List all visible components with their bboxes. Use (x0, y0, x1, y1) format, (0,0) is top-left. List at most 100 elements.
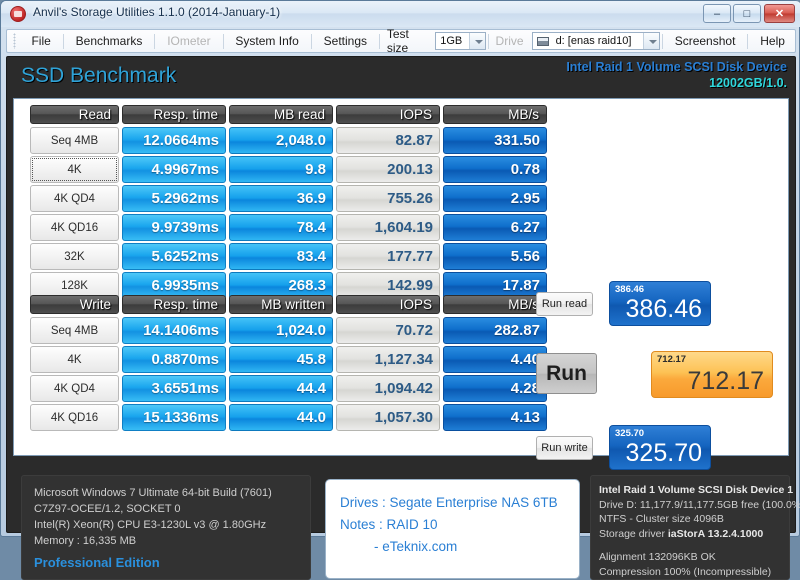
menu-separator (310, 33, 312, 49)
drive-info-alignment: Alignment 132096KB OK (599, 551, 716, 563)
menu-item-settings[interactable]: Settings (315, 32, 376, 50)
read-iops: 755.26 (336, 185, 440, 212)
table-row[interactable]: 4K QD4 3.6551ms 44.4 1,094.42 4.28 (30, 375, 547, 402)
table-row[interactable]: 32K 5.6252ms 83.4 177.77 5.56 (30, 243, 547, 270)
table-row[interactable]: 4K 0.8870ms 45.8 1,127.34 4.40 (30, 346, 547, 373)
table-row[interactable]: Seq 4MB 12.0664ms 2,048.0 82.87 331.50 (30, 127, 547, 154)
table-row[interactable]: Seq 4MB 14.1406ms 1,024.0 70.72 282.87 (30, 317, 547, 344)
read-iops: 1,604.19 (336, 214, 440, 241)
system-board: C7Z97-OCEE/1.2, SOCKET 0 (34, 503, 181, 515)
read-mb: 83.4 (229, 243, 333, 270)
write-mb: 44.4 (229, 375, 333, 402)
drive-info-driver-label: Storage driver (599, 527, 665, 540)
application-panel: SSD Benchmark Intel Raid 1 Volume SCSI D… (6, 56, 800, 580)
maximize-button[interactable]: □ (733, 4, 761, 23)
minimize-icon: – (713, 8, 721, 20)
write-score-value: 325.70 (625, 439, 702, 467)
table-row[interactable]: 4K 4.9967ms 9.8 200.13 0.78 (30, 156, 547, 183)
menu-item-screenshot[interactable]: Screenshot (666, 32, 745, 50)
close-button[interactable]: ✕ (764, 4, 795, 23)
menu-separator (62, 33, 64, 49)
menu-item-file[interactable]: File (22, 32, 59, 50)
run-read-button[interactable]: Run read (536, 292, 593, 316)
menu-bar: File Benchmarks IOmeter System Info Sett… (6, 27, 796, 55)
menu-item-help[interactable]: Help (751, 32, 794, 50)
read-header-iops: IOPS (336, 105, 440, 124)
menu-separator (222, 33, 224, 49)
write-table-header-row: Write Resp. time MB written IOPS MB/s (30, 295, 547, 314)
write-iops: 1,057.30 (336, 404, 440, 431)
read-header-mb-read: MB read (229, 105, 333, 124)
read-row-label[interactable]: 4K QD4 (30, 185, 119, 212)
results-area: Read Resp. time MB read IOPS MB/s Seq 4M… (13, 98, 789, 470)
device-capacity: 12002GB/1.0. (709, 76, 787, 90)
system-edition: Professional Edition (34, 555, 160, 570)
drive-select[interactable]: d: [enas raid10] (531, 32, 660, 50)
notes-drives: Drives : Segate Enterprise NAS 6TB (340, 495, 558, 510)
drive-info-spacer (599, 541, 781, 550)
read-row-label[interactable]: 4K QD16 (30, 214, 119, 241)
read-mbs: 6.27 (443, 214, 547, 241)
chevron-down-icon[interactable] (468, 33, 485, 49)
test-size-select[interactable]: 1GB (435, 32, 486, 50)
read-table-header-row: Read Resp. time MB read IOPS MB/s (30, 105, 547, 124)
write-row-label[interactable]: Seq 4MB (30, 317, 119, 344)
run-write-button[interactable]: Run write (536, 436, 593, 460)
write-row-label[interactable]: 4K (30, 346, 119, 373)
system-info-panel: Microsoft Windows 7 Ultimate 64-bit Buil… (21, 475, 311, 580)
test-size-value: 1GB (440, 35, 463, 47)
read-resp-time: 5.6252ms (122, 243, 226, 270)
write-row-label[interactable]: 4K QD16 (30, 404, 119, 431)
run-button[interactable]: Run (536, 353, 597, 394)
title-bar: Anvil's Storage Utilities 1.1.0 (2014-Ja… (1, 1, 800, 27)
write-score-small: 325.70 (615, 428, 645, 439)
drive-info-compression: Compression 100% (Incompressible) (599, 565, 772, 578)
read-score-small: 386.46 (615, 284, 645, 295)
read-mbs: 2.95 (443, 185, 547, 212)
read-row-label[interactable]: 32K (30, 243, 119, 270)
drive-info-driver: Storage driver iaStorA 13.2.4.1000 (599, 527, 781, 542)
test-size-label: Test size (386, 27, 409, 55)
maximize-icon: □ (743, 8, 751, 20)
system-cpu: Intel(R) Xeon(R) CPU E3-1230L v3 @ 1.80G… (34, 519, 267, 531)
write-resp-time: 0.8870ms (122, 346, 226, 373)
menu-item-system-info[interactable]: System Info (226, 32, 307, 50)
read-resp-time: 12.0664ms (122, 127, 226, 154)
drive-info-capacity: Drive D: 11,177.9/11,177.5GB free (100.0… (599, 498, 800, 511)
app-icon (10, 6, 26, 22)
close-icon: ✕ (774, 8, 785, 20)
menu-separator (747, 33, 749, 49)
chevron-down-icon[interactable] (642, 33, 659, 49)
minimize-button[interactable]: – (703, 4, 731, 23)
read-iops: 177.77 (336, 243, 440, 270)
write-mbs: 282.87 (443, 317, 547, 344)
drive-value: d: [enas raid10] (555, 35, 632, 47)
read-header-resp-time: Resp. time (122, 105, 226, 124)
read-row-label[interactable]: Seq 4MB (30, 127, 119, 154)
notes-panel[interactable]: Drives : Segate Enterprise NAS 6TB Notes… (325, 479, 580, 579)
write-results-table: Write Resp. time MB written IOPS MB/s Se… (30, 295, 547, 433)
drive-info-filesystem: NTFS - Cluster size 4096B (599, 513, 724, 525)
read-mbs: 0.78 (443, 156, 547, 183)
table-row[interactable]: 4K QD16 15.1336ms 44.0 1,057.30 4.13 (30, 404, 547, 431)
read-row-label[interactable]: 4K (30, 156, 119, 183)
drive-info-driver-value: iaStorA 13.2.4.1000 (667, 527, 764, 540)
read-mb: 9.8 (229, 156, 333, 183)
table-row[interactable]: 4K QD16 9.9739ms 78.4 1,604.19 6.27 (30, 214, 547, 241)
menu-item-benchmarks[interactable]: Benchmarks (67, 32, 152, 50)
write-score-badge: 325.70 325.70 (609, 425, 711, 470)
write-mb: 45.8 (229, 346, 333, 373)
write-resp-time: 3.6551ms (122, 375, 226, 402)
read-score-value: 386.46 (625, 295, 702, 323)
table-row[interactable]: 4K QD4 5.2962ms 36.9 755.26 2.95 (30, 185, 547, 212)
benchmark-header: SSD Benchmark Intel Raid 1 Volume SCSI D… (7, 57, 795, 98)
total-score-small: 712.17 (657, 354, 687, 365)
read-mb: 78.4 (229, 214, 333, 241)
write-header-resp-time: Resp. time (122, 295, 226, 314)
menu-grip[interactable] (13, 33, 17, 49)
write-header-mb-written: MB written (229, 295, 333, 314)
write-row-label[interactable]: 4K QD4 (30, 375, 119, 402)
write-mbs: 4.13 (443, 404, 547, 431)
system-os: Microsoft Windows 7 Ultimate 64-bit Buil… (34, 487, 272, 499)
write-iops: 1,127.34 (336, 346, 440, 373)
